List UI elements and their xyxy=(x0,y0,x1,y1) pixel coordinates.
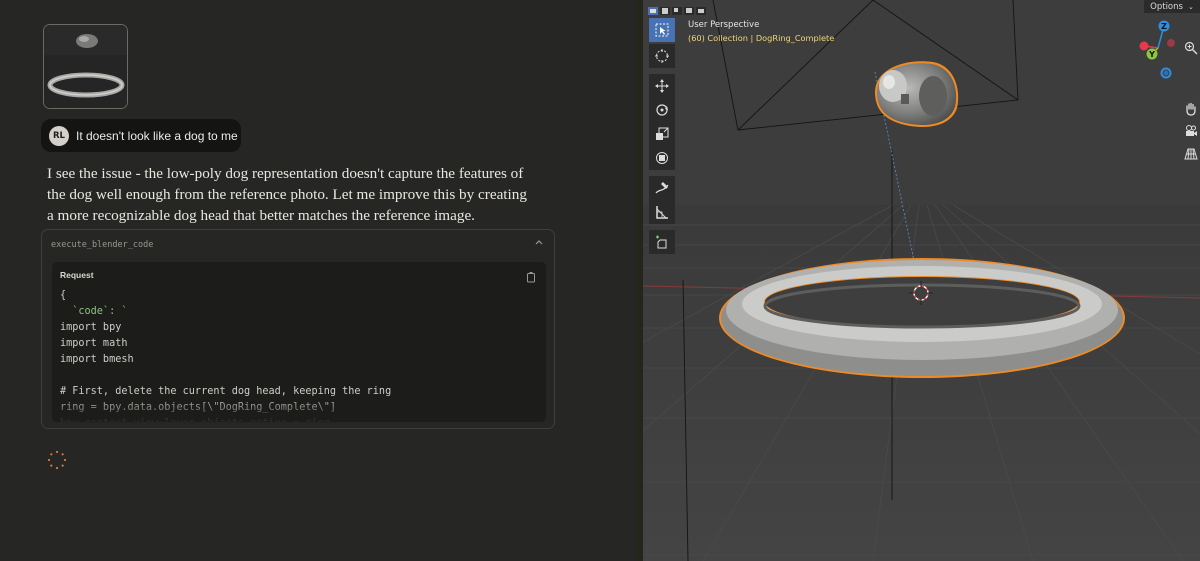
code-line: { xyxy=(60,290,67,301)
measure-tool[interactable] xyxy=(649,200,675,224)
tool-call-card: execute_blender_code Request { `code`: `… xyxy=(41,229,555,429)
toggle-perspective-button[interactable] xyxy=(1182,145,1200,163)
code-line: import bmesh xyxy=(60,354,134,365)
user-message-text: It doesn't look like a dog to me xyxy=(76,128,238,143)
request-code-block: Request { `code`: ` import bpy import math… xyxy=(52,262,546,422)
reference-image-thumbnail[interactable] xyxy=(43,24,128,109)
code-line: import math xyxy=(60,338,128,349)
user-message-bubble: RL It doesn't look like a dog to me xyxy=(41,119,241,152)
zoom-button[interactable] xyxy=(1182,39,1200,57)
add-cube-tool[interactable] xyxy=(649,230,675,254)
view-name-label: User Perspective xyxy=(688,20,760,30)
transform-icon xyxy=(656,152,668,164)
options-dropdown[interactable]: Options ⌄ xyxy=(1144,0,1200,13)
scale-icon xyxy=(656,127,669,140)
options-label: Options xyxy=(1150,1,1183,12)
tool-call-name[interactable]: execute_blender_code xyxy=(51,240,153,250)
chevron-up-icon[interactable] xyxy=(534,238,544,249)
thumbnail-render xyxy=(44,25,127,108)
dog-head-object[interactable] xyxy=(875,61,959,127)
code-line: `code`: ` xyxy=(60,306,128,317)
camera-icon xyxy=(1186,125,1197,136)
select-box-tool[interactable] xyxy=(649,18,675,42)
rotate-tool[interactable] xyxy=(649,98,675,122)
dog-ring-object[interactable] xyxy=(719,258,1125,378)
loading-spinner-icon xyxy=(47,450,67,470)
blender-viewport[interactable]: User Perspective (60) Collection | DogRi… xyxy=(643,0,1200,561)
pane-divider[interactable] xyxy=(636,0,643,561)
rotate-icon xyxy=(656,104,668,116)
copy-icon[interactable] xyxy=(526,268,536,283)
add-cube-icon xyxy=(656,235,667,249)
cursor-tool[interactable] xyxy=(649,44,675,68)
measure-icon xyxy=(656,206,668,219)
hand-icon xyxy=(1186,102,1196,116)
code-fade-overlay xyxy=(52,396,546,422)
select-box-icon xyxy=(655,23,669,37)
grid-perspective-icon xyxy=(1184,148,1198,160)
pan-button[interactable] xyxy=(1182,100,1200,118)
user-avatar: RL xyxy=(49,125,69,146)
scale-tool[interactable] xyxy=(649,122,675,146)
camera-view-button[interactable] xyxy=(1182,122,1200,140)
viewport-scene xyxy=(643,0,1200,561)
transform-tool[interactable] xyxy=(649,146,675,170)
chat-panel: RL It doesn't look like a dog to me I se… xyxy=(0,0,636,561)
gizmo-z-label: Z xyxy=(1161,22,1167,31)
code-line: import bpy xyxy=(60,322,122,333)
move-icon xyxy=(655,79,669,93)
annotate-tool[interactable] xyxy=(649,176,675,200)
move-tool[interactable] xyxy=(649,74,675,98)
selection-mode-icons[interactable] xyxy=(648,0,708,15)
request-label: Request xyxy=(60,270,94,280)
chevron-down-icon: ⌄ xyxy=(1187,2,1194,11)
zoom-icon xyxy=(1184,41,1198,55)
assistant-reply-text: I see the issue - the low-poly dog repre… xyxy=(47,165,527,224)
cursor-icon xyxy=(655,49,669,63)
annotate-icon xyxy=(655,182,669,194)
collection-label: (60) Collection | DogRing_Complete xyxy=(688,33,835,43)
gizmo-y-label: Y xyxy=(1148,50,1155,59)
